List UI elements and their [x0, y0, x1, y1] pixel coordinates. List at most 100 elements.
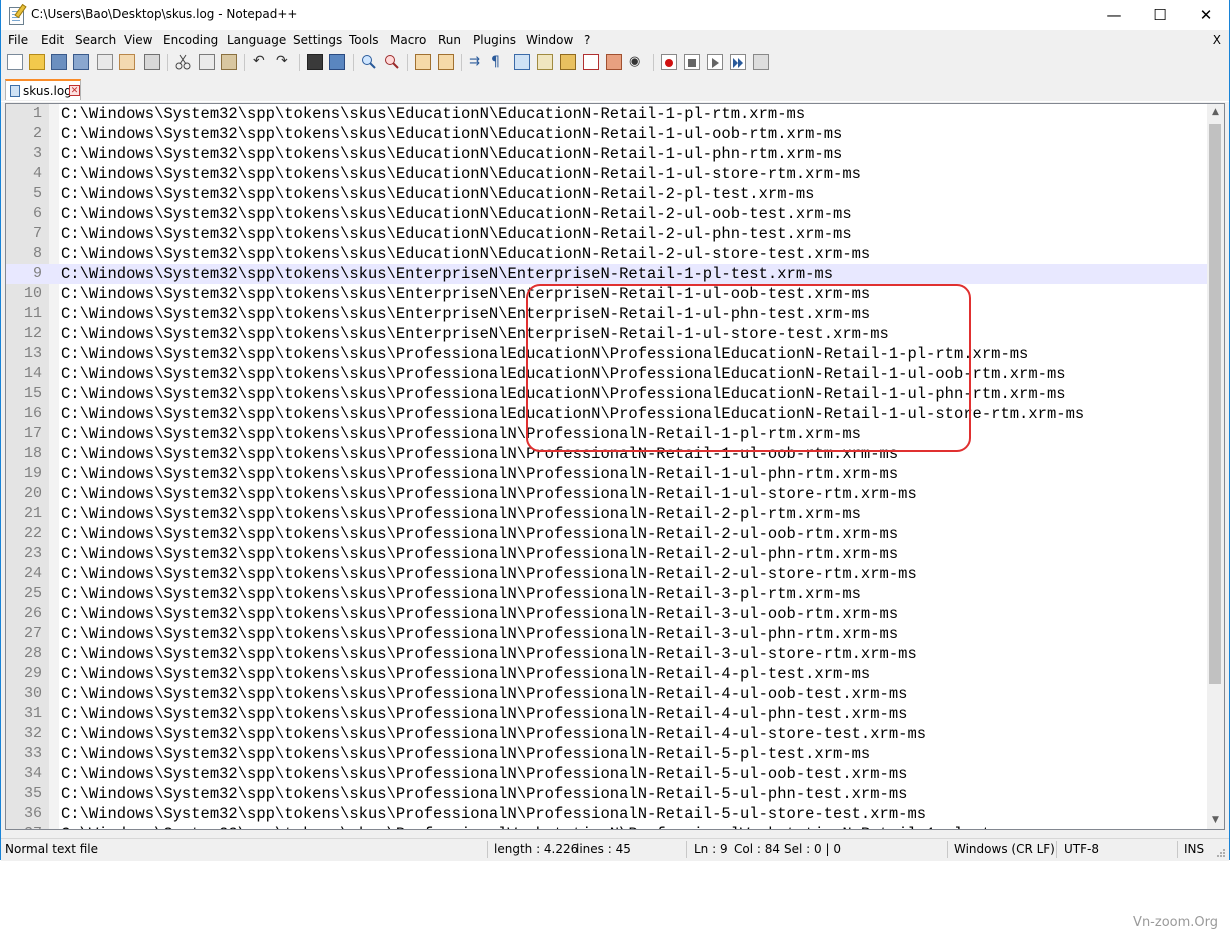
line-text[interactable]: C:\Windows\System32\spp\tokens\skus\Prof…	[61, 544, 898, 564]
editor-line[interactable]: 21 C:\Windows\System32\spp\tokens\skus\Pr…	[6, 504, 1208, 524]
copy-icon[interactable]	[199, 54, 215, 70]
menu-tools[interactable]: Tools	[349, 33, 379, 47]
line-text[interactable]: C:\Windows\System32\spp\tokens\skus\Prof…	[61, 464, 898, 484]
maximize-button[interactable]: ☐	[1137, 0, 1183, 30]
editor-line[interactable]: 30 C:\Windows\System32\spp\tokens\skus\Pr…	[6, 684, 1208, 704]
line-text[interactable]: C:\Windows\System32\spp\tokens\skus\Prof…	[61, 684, 907, 704]
line-text[interactable]: C:\Windows\System32\spp\tokens\skus\Prof…	[61, 584, 861, 604]
resize-grip-icon[interactable]	[1216, 847, 1226, 857]
menu-macro[interactable]: Macro	[390, 33, 426, 47]
line-text[interactable]: C:\Windows\System32\spp\tokens\skus\Ente…	[61, 264, 833, 284]
open-file-icon[interactable]	[29, 54, 45, 70]
status-encoding[interactable]: UTF-8	[1064, 842, 1099, 856]
menu-settings[interactable]: Settings	[293, 33, 342, 47]
vertical-scrollbar[interactable]: ▲ ▼	[1207, 104, 1224, 829]
close-document-icon[interactable]: X	[1213, 33, 1221, 47]
menu-language[interactable]: Language	[227, 33, 286, 47]
user-defined-lang-icon[interactable]	[537, 54, 553, 70]
editor-line[interactable]: 27 C:\Windows\System32\spp\tokens\skus\Pr…	[6, 624, 1208, 644]
menu-file[interactable]: File	[8, 33, 28, 47]
redo-icon[interactable]: ↷	[276, 54, 292, 70]
find-icon[interactable]	[307, 54, 323, 70]
run-macro-multiple-icon[interactable]	[730, 54, 746, 70]
title-bar[interactable]: C:\Users\Bao\Desktop\skus.log - Notepad+…	[1, 0, 1229, 30]
editor-line[interactable]: 25 C:\Windows\System32\spp\tokens\skus\Pr…	[6, 584, 1208, 604]
line-text[interactable]: C:\Windows\System32\spp\tokens\skus\Prof…	[61, 484, 917, 504]
editor-line[interactable]: 23 C:\Windows\System32\spp\tokens\skus\Pr…	[6, 544, 1208, 564]
play-macro-icon[interactable]	[707, 54, 723, 70]
line-text[interactable]: C:\Windows\System32\spp\tokens\skus\Prof…	[61, 604, 898, 624]
menu-help[interactable]: ?	[584, 33, 590, 47]
line-text[interactable]: C:\Windows\System32\spp\tokens\skus\Educ…	[61, 224, 852, 244]
editor-line[interactable]: 29 C:\Windows\System32\spp\tokens\skus\Pr…	[6, 664, 1208, 684]
scroll-up-arrow[interactable]: ▲	[1207, 104, 1224, 121]
undo-icon[interactable]: ↶	[253, 54, 269, 70]
editor-line[interactable]: 4 C:\Windows\System32\spp\tokens\skus\Edu…	[6, 164, 1208, 184]
editor-line[interactable]: 8 C:\Windows\System32\spp\tokens\skus\Edu…	[6, 244, 1208, 264]
line-text[interactable]: C:\Windows\System32\spp\tokens\skus\Educ…	[61, 124, 842, 144]
save-macro-icon[interactable]	[753, 54, 769, 70]
line-text[interactable]: C:\Windows\System32\spp\tokens\skus\Educ…	[61, 144, 842, 164]
line-text[interactable]: C:\Windows\System32\spp\tokens\skus\Prof…	[61, 664, 870, 684]
text-lines[interactable]: 1 C:\Windows\System32\spp\tokens\skus\Edu…	[6, 104, 1208, 829]
close-all-icon[interactable]	[119, 54, 135, 70]
menu-edit[interactable]: Edit	[41, 33, 64, 47]
function-list-icon[interactable]	[583, 54, 599, 70]
editor-line[interactable]: 24 C:\Windows\System32\spp\tokens\skus\Pr…	[6, 564, 1208, 584]
editor-line[interactable]: 2 C:\Windows\System32\spp\tokens\skus\Edu…	[6, 124, 1208, 144]
zoom-in-icon[interactable]	[361, 54, 377, 70]
line-text[interactable]: C:\Windows\System32\spp\tokens\skus\Prof…	[61, 624, 898, 644]
editor-line[interactable]: 34 C:\Windows\System32\spp\tokens\skus\Pr…	[6, 764, 1208, 784]
document-map-icon[interactable]	[560, 54, 576, 70]
menu-encoding[interactable]: Encoding	[163, 33, 218, 47]
editor-line[interactable]: 31 C:\Windows\System32\spp\tokens\skus\Pr…	[6, 704, 1208, 724]
line-text[interactable]: C:\Windows\System32\spp\tokens\skus\Educ…	[61, 244, 870, 264]
close-icon[interactable]	[97, 54, 113, 70]
stop-record-icon[interactable]	[684, 54, 700, 70]
sync-vertical-icon[interactable]	[415, 54, 431, 70]
editor-line[interactable]: 32 C:\Windows\System32\spp\tokens\skus\Pr…	[6, 724, 1208, 744]
tab-skus-log[interactable]: skus.log ✕	[5, 79, 81, 100]
paste-icon[interactable]	[221, 54, 237, 70]
line-text[interactable]: C:\Windows\System32\spp\tokens\skus\Prof…	[61, 704, 907, 724]
editor-line[interactable]: 19 C:\Windows\System32\spp\tokens\skus\Pr…	[6, 464, 1208, 484]
scroll-down-arrow[interactable]: ▼	[1207, 812, 1224, 829]
word-wrap-icon[interactable]: ⇉	[469, 54, 485, 70]
editor-line[interactable]: 1 C:\Windows\System32\spp\tokens\skus\Edu…	[6, 104, 1208, 124]
tab-close-icon[interactable]: ✕	[69, 85, 80, 96]
editor-area[interactable]: 1 C:\Windows\System32\spp\tokens\skus\Edu…	[5, 103, 1225, 830]
scrollbar-thumb[interactable]	[1209, 124, 1221, 684]
editor-line[interactable]: 3 C:\Windows\System32\spp\tokens\skus\Edu…	[6, 144, 1208, 164]
menu-window[interactable]: Window	[526, 33, 573, 47]
editor-line[interactable]: 7 C:\Windows\System32\spp\tokens\skus\Edu…	[6, 224, 1208, 244]
new-file-icon[interactable]	[7, 54, 23, 70]
line-text[interactable]: C:\Windows\System32\spp\tokens\skus\Prof…	[61, 824, 1066, 829]
line-text[interactable]: C:\Windows\System32\spp\tokens\skus\Prof…	[61, 784, 907, 804]
menu-run[interactable]: Run	[438, 33, 461, 47]
show-all-chars-icon[interactable]: ¶	[491, 54, 507, 70]
indent-guide-icon[interactable]	[514, 54, 530, 70]
line-text[interactable]: C:\Windows\System32\spp\tokens\skus\Prof…	[61, 804, 926, 824]
editor-line[interactable]: 37 C:\Windows\System32\spp\tokens\skus\Pr…	[6, 824, 1208, 829]
line-text[interactable]: C:\Windows\System32\spp\tokens\skus\Educ…	[61, 204, 852, 224]
minimize-button[interactable]: —	[1091, 0, 1137, 30]
line-text[interactable]: C:\Windows\System32\spp\tokens\skus\Prof…	[61, 644, 917, 664]
line-text[interactable]: C:\Windows\System32\spp\tokens\skus\Prof…	[61, 504, 861, 524]
editor-line[interactable]: 33 C:\Windows\System32\spp\tokens\skus\Pr…	[6, 744, 1208, 764]
editor-line[interactable]: 20 C:\Windows\System32\spp\tokens\skus\Pr…	[6, 484, 1208, 504]
status-eol[interactable]: Windows (CR LF)	[954, 842, 1055, 856]
menu-search[interactable]: Search	[75, 33, 116, 47]
editor-line[interactable]: 6 C:\Windows\System32\spp\tokens\skus\Edu…	[6, 204, 1208, 224]
replace-icon[interactable]	[329, 54, 345, 70]
record-macro-icon[interactable]	[661, 54, 677, 70]
line-text[interactable]: C:\Windows\System32\spp\tokens\skus\Prof…	[61, 744, 870, 764]
sync-horizontal-icon[interactable]	[438, 54, 454, 70]
line-text[interactable]: C:\Windows\System32\spp\tokens\skus\Prof…	[61, 764, 907, 784]
editor-line[interactable]: 36 C:\Windows\System32\spp\tokens\skus\Pr…	[6, 804, 1208, 824]
editor-line[interactable]: 9 C:\Windows\System32\spp\tokens\skus\Ent…	[6, 264, 1208, 284]
zoom-out-icon[interactable]	[384, 54, 400, 70]
line-text[interactable]: C:\Windows\System32\spp\tokens\skus\Educ…	[61, 164, 861, 184]
save-all-icon[interactable]	[73, 54, 89, 70]
menu-plugins[interactable]: Plugins	[473, 33, 516, 47]
print-icon[interactable]	[144, 54, 160, 70]
